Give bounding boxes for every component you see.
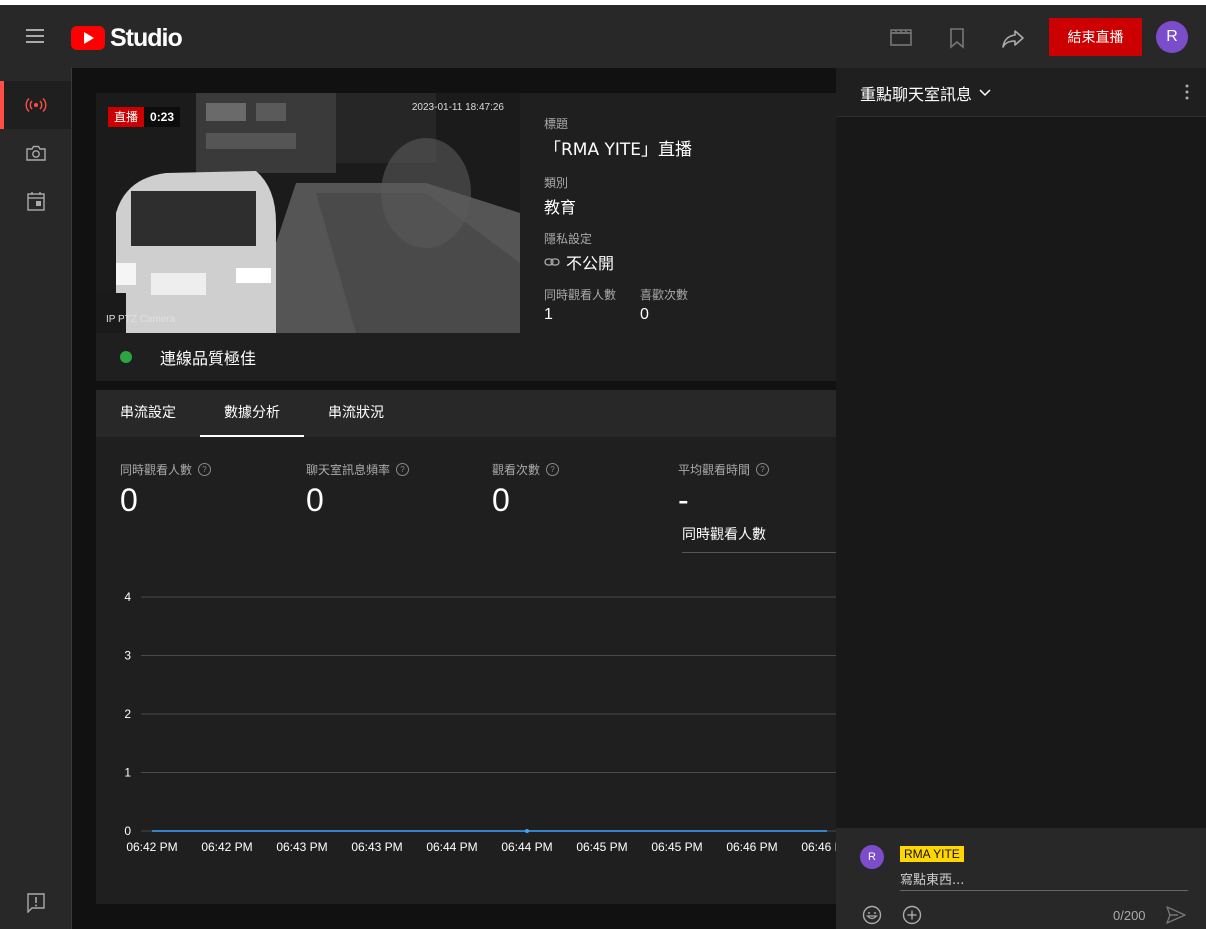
category-label: 類別 <box>544 176 569 190</box>
calendar-icon <box>26 192 45 211</box>
chart-x-tick-label: 06:44 PM <box>426 840 477 854</box>
privacy-value: 不公開 <box>544 250 692 274</box>
live-label: 直播 <box>108 107 145 127</box>
live-chat-panel: 重點聊天室訊息 R RMA YITE 0/200 <box>836 68 1206 929</box>
metric-label: 同時觀看人數 <box>120 463 193 477</box>
concurrent-label: 同時觀看人數 <box>544 288 617 302</box>
live-broadcast-icon <box>25 97 46 113</box>
likes-label: 喜歡次數 <box>640 288 689 302</box>
title-label: 標題 <box>544 117 569 131</box>
metric-value: 0 <box>120 482 138 518</box>
add-icon[interactable] <box>902 905 922 925</box>
viewers-line-chart: 0 1 2 3 4 06:42 PM 06:42 PM 06:43 PM 06:43 PM 06:… <box>124 590 836 854</box>
stream-stats: 同時觀看人數 1 喜歡次數 0 <box>544 286 692 324</box>
chart-x-tick-label: 06:43 PM <box>276 840 327 854</box>
tab-stream-health[interactable]: 串流狀況 <box>304 390 408 437</box>
logo-text: Studio <box>110 23 183 52</box>
privacy-label: 隱私設定 <box>544 232 593 246</box>
tab-analytics[interactable]: 數據分析 <box>200 390 304 437</box>
metric-value: 0 <box>306 482 324 518</box>
metric-value: 0 <box>492 482 510 518</box>
metric-chat-rate: 聊天室訊息頻率? 0 <box>306 461 410 519</box>
chat-messages <box>836 117 1206 828</box>
share-icon[interactable] <box>1002 27 1024 49</box>
camera-label: IP PTZ Camera <box>106 314 176 325</box>
chat-author-avatar: R <box>860 845 884 869</box>
clapperboard-icon[interactable] <box>890 27 912 49</box>
chart-y-tick-label: 2 <box>124 707 131 721</box>
stream-category: 教育 <box>544 198 577 217</box>
chat-message-input[interactable] <box>900 870 1188 891</box>
emoji-icon[interactable] <box>862 905 882 925</box>
stream-preview[interactable]: 直播 0:23 2023-01-11 18:47:26 IP PTZ Camer… <box>96 93 520 333</box>
account-avatar[interactable]: R <box>1156 21 1188 53</box>
metric-avg-watch-time: 平均觀看時間? - <box>678 461 770 519</box>
tab-stream-settings[interactable]: 串流設定 <box>96 390 200 437</box>
metric-label: 聊天室訊息頻率 <box>306 463 391 477</box>
elapsed-time: 0:23 <box>144 107 181 127</box>
connection-status: 連線品質極佳 <box>120 345 256 369</box>
help-icon[interactable]: ? <box>756 463 770 476</box>
camera-icon <box>25 145 46 161</box>
chart-x-tick-label: 06:45 PM <box>651 840 702 854</box>
chevron-down-icon <box>979 89 991 97</box>
chat-mode-dropdown[interactable]: 重點聊天室訊息 <box>860 81 992 105</box>
metric-label: 平均觀看時間 <box>678 463 751 477</box>
camera-feed-image <box>96 93 520 333</box>
analytics-card: 串流設定 數據分析 串流狀況 同時觀看人數? 0 聊天室訊息頻率? 0 觀看次數… <box>96 390 836 904</box>
studio-logo[interactable]: Studio <box>71 23 183 53</box>
chart-x-tick-label: 06:42 PM <box>126 840 177 854</box>
chart-x-tick-label: 06:43 PM <box>351 840 402 854</box>
metric-label: 觀看次數 <box>492 463 541 477</box>
metric-concurrent-viewers: 同時觀看人數? 0 <box>120 461 212 519</box>
help-icon[interactable]: ? <box>396 463 410 476</box>
stream-card: 直播 0:23 2023-01-11 18:47:26 IP PTZ Camer… <box>96 93 836 381</box>
top-header: Studio 結束直播 R <box>0 5 1206 68</box>
main-content: 直播 0:23 2023-01-11 18:47:26 IP PTZ Camer… <box>72 68 836 929</box>
bookmark-icon[interactable] <box>946 27 968 49</box>
chat-composer: R RMA YITE 0/200 <box>836 828 1206 929</box>
nav-item-webcam[interactable] <box>0 129 71 177</box>
chat-author-name: RMA YITE <box>900 846 964 862</box>
likes-value: 0 <box>640 306 649 323</box>
nav-item-stream[interactable] <box>0 81 71 129</box>
connection-status-dot <box>120 351 132 363</box>
left-nav <box>0 68 72 929</box>
youtube-play-icon <box>71 26 105 50</box>
camera-timestamp: 2023-01-11 18:47:26 <box>411 102 504 113</box>
chart-data-point <box>525 829 529 833</box>
stream-info: 標題 「RMA YITE」直播 類別 教育 隱私設定 不公開 同時觀看人數 1 … <box>544 115 692 324</box>
tab-bar: 串流設定 數據分析 串流狀況 <box>96 390 836 437</box>
send-icon[interactable] <box>1166 906 1186 924</box>
chart-x-tick-label: 06:44 PM <box>501 840 552 854</box>
feedback-icon <box>26 893 45 913</box>
chart-y-tick-label: 4 <box>124 590 131 604</box>
chart-y-tick-label: 0 <box>124 824 131 838</box>
chart-x-tick-label: 06:46 PM <box>801 840 836 854</box>
chart-x-tick-label: 06:46 PM <box>726 840 777 854</box>
help-icon[interactable]: ? <box>198 463 212 476</box>
end-stream-button[interactable]: 結束直播 <box>1049 18 1142 56</box>
connection-quality-text: 連線品質極佳 <box>160 349 257 368</box>
char-counter: 0/200 <box>1113 908 1146 923</box>
chat-header: 重點聊天室訊息 <box>836 68 1206 117</box>
link-icon <box>544 258 560 266</box>
chart-y-tick-label: 1 <box>124 766 131 780</box>
nav-item-manage[interactable] <box>0 177 71 225</box>
chart-x-tick-label: 06:42 PM <box>201 840 252 854</box>
privacy-text: 不公開 <box>566 254 615 273</box>
concurrent-value: 1 <box>544 306 553 323</box>
chart-x-tick-label: 06:45 PM <box>576 840 627 854</box>
chart-metric-dropdown[interactable]: 同時觀看人數 <box>682 518 836 553</box>
chart-y-tick-label: 3 <box>124 649 131 663</box>
metric-value: - <box>678 482 689 518</box>
live-badge: 直播 0:23 <box>108 107 181 127</box>
help-icon[interactable]: ? <box>546 463 560 476</box>
stream-title: 「RMA YITE」直播 <box>544 140 693 160</box>
more-options-icon[interactable] <box>1184 83 1190 101</box>
menu-icon[interactable] <box>26 29 44 43</box>
chat-title: 重點聊天室訊息 <box>860 85 973 104</box>
metric-views: 觀看次數? 0 <box>492 461 560 519</box>
feedback-button[interactable] <box>0 888 71 918</box>
